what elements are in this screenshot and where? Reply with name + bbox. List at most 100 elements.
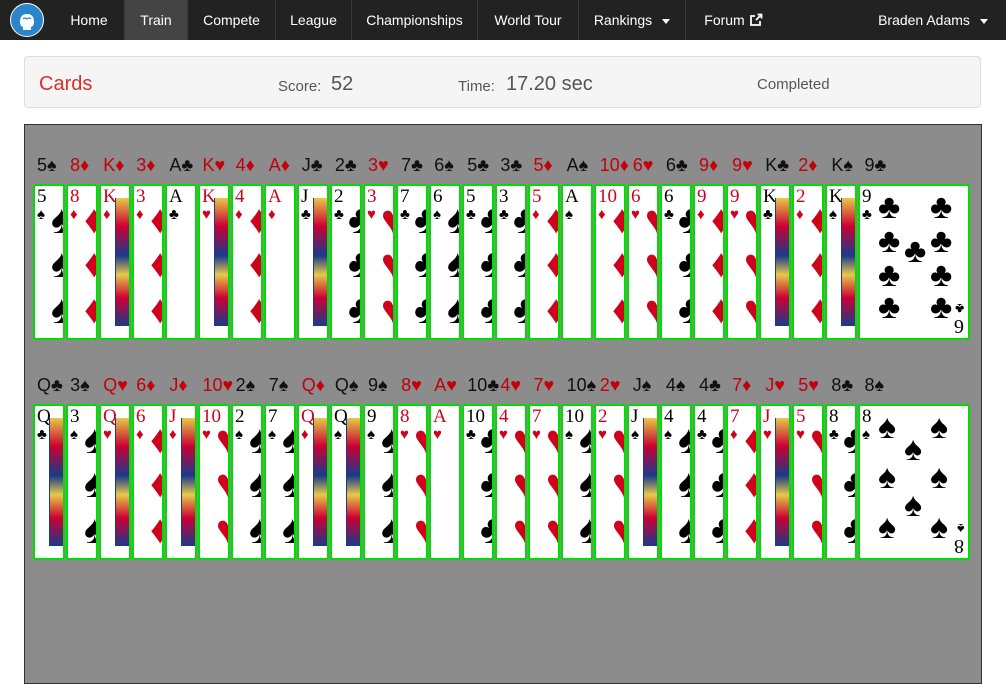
playing-card[interactable]: 9 ♣ ♣ ♣ ♣ ♣ ♣ ♣ ♣ ♣ ♣ ♣ 6 <box>858 184 970 340</box>
card-pip-icon: ♦ <box>150 290 162 330</box>
card-suit-icon: ♥ <box>796 426 805 443</box>
playing-card[interactable]: J ♦ <box>165 404 197 560</box>
playing-card[interactable]: 4♠♠♠♠ <box>660 404 692 560</box>
playing-card[interactable]: 5♥♥♥♥ <box>792 404 824 560</box>
nav-championships[interactable]: Championships <box>351 0 477 40</box>
playing-card[interactable]: Q ♦ <box>297 404 329 560</box>
playing-card[interactable]: 5♣♣♣♣ <box>462 184 494 340</box>
card-suit-icon: ♠ <box>334 426 342 443</box>
card-suit-icon: ♠ <box>367 426 375 443</box>
playing-card[interactable]: K ♠ <box>825 184 857 340</box>
nav-forum[interactable]: Forum <box>685 0 781 40</box>
card-pip-icon: ♠ <box>51 200 63 240</box>
playing-card[interactable]: 3♣♣♣♣ <box>495 184 527 340</box>
card-suit-icon: ♣ <box>954 301 964 317</box>
card-rank: A <box>565 186 579 207</box>
card-label-2-10: Q♠ <box>334 375 359 395</box>
playing-card[interactable]: J ♥ <box>759 404 791 560</box>
court-card-art <box>115 418 129 546</box>
playing-card[interactable]: 4♦♦♦♦ <box>231 184 263 340</box>
playing-card[interactable]: 2♠♠♠♠ <box>231 404 263 560</box>
card-label-2-26: 8♠ <box>864 375 885 395</box>
playing-card[interactable]: 10♣♣♣♣ <box>462 404 494 560</box>
card-pip-icon: ♠ <box>904 430 923 468</box>
card-rank: A <box>268 186 282 207</box>
playing-card[interactable]: A ♠ <box>561 184 593 340</box>
playing-card[interactable]: 6♦♦♦♦ <box>132 404 164 560</box>
card-suit-icon: ♥ <box>433 426 442 443</box>
playing-card[interactable]: 3♥♥♥♥ <box>363 184 395 340</box>
playing-card[interactable]: Q ♣ <box>33 404 65 560</box>
playing-card[interactable]: 8♦♦♦♦ <box>66 184 98 340</box>
card-suit-icon: ♠ <box>829 206 837 223</box>
card-pip-icon: ♠ <box>249 464 261 504</box>
nav-league[interactable]: League <box>275 0 351 40</box>
playing-card[interactable]: 3♦♦♦♦ <box>132 184 164 340</box>
playing-card[interactable]: 10♥♥♥♥ <box>198 404 230 560</box>
playing-card[interactable]: J ♣ <box>297 184 329 340</box>
playing-card[interactable]: 9♥♥♥♥ <box>726 184 758 340</box>
user-menu[interactable]: Braden Adams <box>860 0 1006 40</box>
playing-card[interactable]: 9♠♠♠♠ <box>363 404 395 560</box>
playing-card[interactable]: 8♥♥♥♥ <box>396 404 428 560</box>
playing-card[interactable]: 4♣♣♣♣ <box>693 404 725 560</box>
playing-card[interactable]: 7♦♦♦♦ <box>726 404 758 560</box>
playing-card[interactable]: 5♦♦♦♦ <box>528 184 560 340</box>
card-pip-icon: ♦ <box>810 200 822 240</box>
playing-card[interactable]: K ♥ <box>198 184 230 340</box>
nav-home[interactable]: Home <box>54 0 124 40</box>
playing-card[interactable]: 9♦♦♦♦ <box>693 184 725 340</box>
playing-card[interactable]: 8 ♠ ♠ ♠ ♠ ♠ ♠ ♠ ♠ ♠ ♠ 8 <box>858 404 970 560</box>
playing-card[interactable]: 2♥♥♥♥ <box>594 404 626 560</box>
playing-card[interactable]: 7♥♥♥♥ <box>528 404 560 560</box>
playing-card[interactable]: 7♣♣♣♣ <box>396 184 428 340</box>
memory-league-logo[interactable] <box>10 3 44 37</box>
card-pip-icon: ♦ <box>711 200 723 240</box>
playing-card[interactable]: A ♥ <box>429 404 461 560</box>
card-pip-icon: ♥ <box>612 464 624 504</box>
card-label-2-1: Q♣ <box>37 375 63 395</box>
playing-card[interactable]: 4♥♥♥♥ <box>495 404 527 560</box>
playing-card[interactable]: Q ♠ <box>330 404 362 560</box>
playing-card[interactable]: 6♠♠♠♠ <box>429 184 461 340</box>
playing-card[interactable]: K ♣ <box>759 184 791 340</box>
playing-card[interactable]: 8♣♣♣♣ <box>825 404 857 560</box>
card-pip-icon: ♠ <box>282 510 294 550</box>
playing-card[interactable]: 6♣♣♣♣ <box>660 184 692 340</box>
court-card-art <box>115 198 129 326</box>
playing-card[interactable]: Q ♥ <box>99 404 131 560</box>
playing-card[interactable]: 2♣♣♣♣ <box>330 184 362 340</box>
card-suit-icon: ♥ <box>400 426 409 443</box>
nav-world-tour[interactable]: World Tour <box>477 0 578 40</box>
card-rank: J <box>631 406 639 427</box>
card-pip-icon: ♣ <box>348 244 360 284</box>
nav-train[interactable]: Train <box>124 0 187 40</box>
playing-card[interactable]: 10♠♠♠♠ <box>561 404 593 560</box>
discipline-title: Cards <box>39 73 93 95</box>
card-suit-icon: ♣ <box>400 206 410 223</box>
card-pip-icon: ♣ <box>480 464 492 504</box>
card-pip-icon: ♣ <box>513 200 525 240</box>
nav-rankings[interactable]: Rankings <box>578 0 685 40</box>
playing-card[interactable]: 7♠♠♠♠ <box>264 404 296 560</box>
nav-compete[interactable]: Compete <box>187 0 275 40</box>
card-pip-icon: ♦ <box>744 420 756 460</box>
card-suit-icon: ♦ <box>796 206 804 223</box>
playing-card[interactable]: 3♠♠♠♠ <box>66 404 98 560</box>
playing-card[interactable]: 10♦♦♦♦ <box>594 184 626 340</box>
playing-card[interactable]: 2♦♦♦♦ <box>792 184 824 340</box>
playing-card[interactable]: A ♦ <box>264 184 296 340</box>
playing-card[interactable]: J ♠ <box>627 404 659 560</box>
card-label-2-23: J♥ <box>765 375 785 395</box>
card-label-2-21: 4♣ <box>699 375 721 395</box>
playing-card[interactable]: 5♠♠♠♠ <box>33 184 65 340</box>
card-rank: 2 <box>334 186 344 207</box>
playing-card[interactable]: K ♦ <box>99 184 131 340</box>
card-pip-icon: ♣ <box>348 200 360 240</box>
card-label-2-25: 8♣ <box>831 375 854 395</box>
playing-card[interactable]: 6♥♥♥♥ <box>627 184 659 340</box>
user-name: Braden Adams <box>878 12 970 28</box>
playing-card[interactable]: A ♣ <box>165 184 197 340</box>
card-pip-icon: ♦ <box>744 464 756 504</box>
card-rank: 9 <box>862 186 872 207</box>
